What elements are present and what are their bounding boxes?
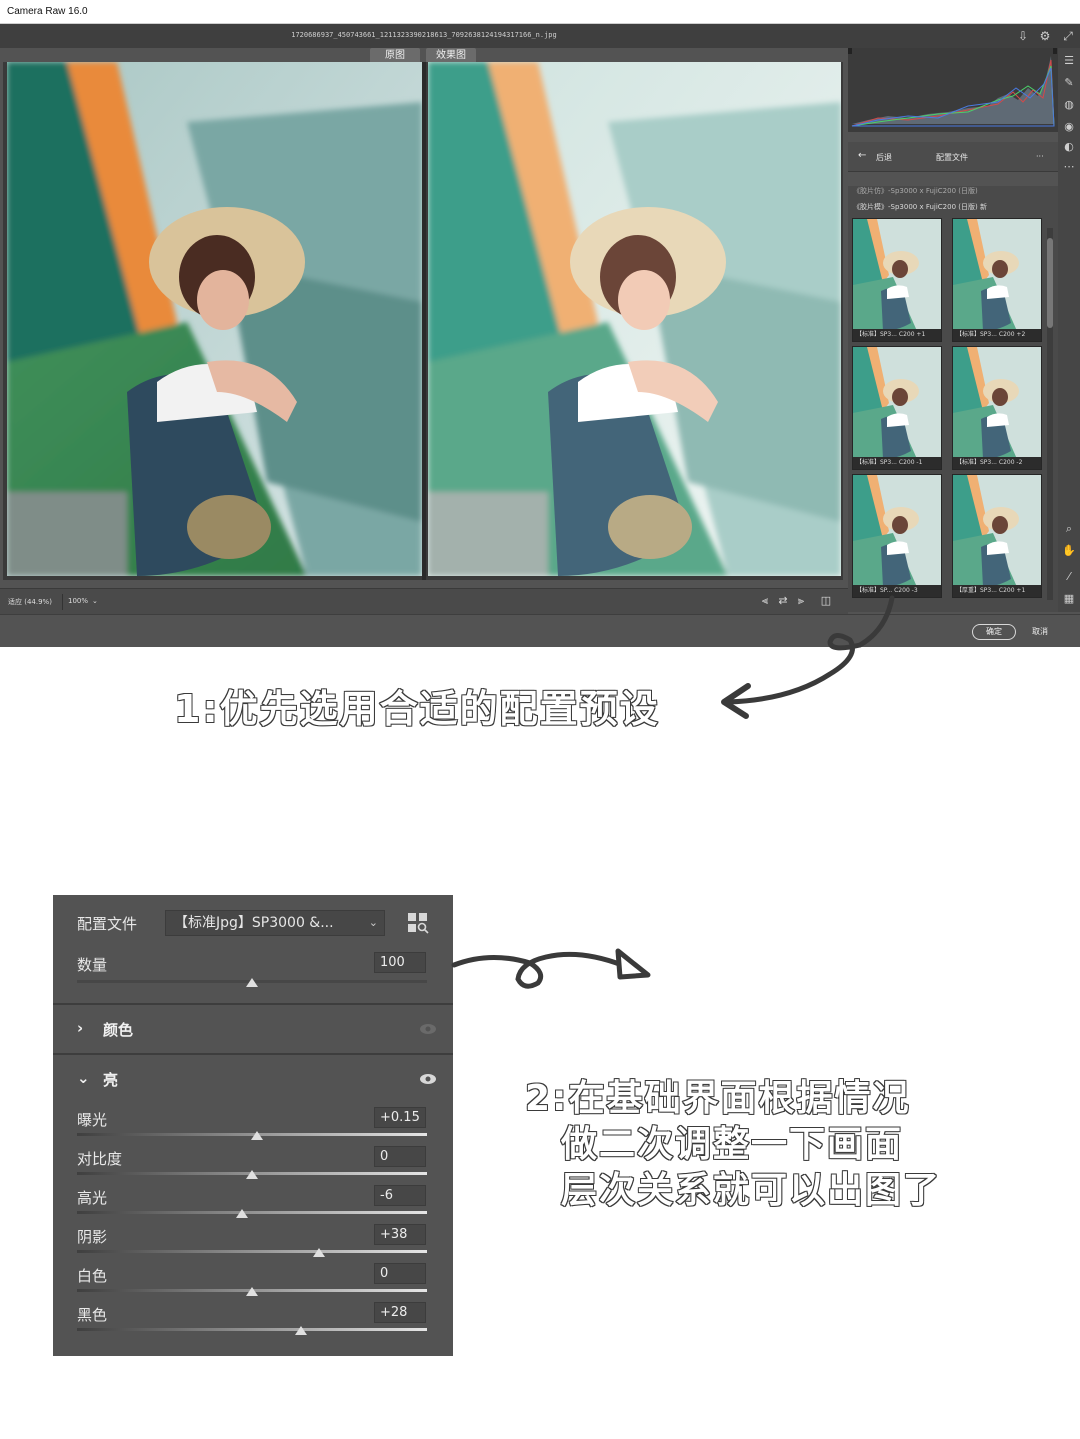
ok-button[interactable]: 确定 xyxy=(972,624,1016,640)
slider-label: 高光 xyxy=(77,1189,108,1207)
color-section-title[interactable]: 颜色 xyxy=(103,1019,133,1040)
title-bar: Camera Raw 16.0 xyxy=(0,0,1080,24)
cancel-button[interactable]: 取消 xyxy=(1032,626,1048,637)
after-photo xyxy=(428,62,841,576)
zoom-100-button[interactable]: 100% xyxy=(68,597,88,605)
more-tools-icon[interactable]: ⋯ xyxy=(1062,160,1076,174)
thumbnail-image xyxy=(853,475,941,587)
caption-step-2-line-2: 做二次调整一下画面 xyxy=(560,1123,904,1166)
caption-step-2-line-1: 2:在基础界面根据情况 xyxy=(524,1077,911,1120)
profile-group-collapsed[interactable]: 《胶片仿》-Sp3000 x FujiC200 (日版) xyxy=(853,186,978,196)
slider-value-input[interactable]: -6 xyxy=(374,1185,426,1206)
amount-input[interactable]: 100 xyxy=(374,952,426,973)
chevron-right-icon[interactable]: › xyxy=(77,1019,83,1037)
caption-step-2-line-3: 层次关系就可以出图了 xyxy=(560,1169,942,1212)
photo-preview-area xyxy=(3,62,843,580)
hand-icon[interactable]: ✋ xyxy=(1062,544,1076,558)
healing-brush-icon[interactable]: ✎ xyxy=(1062,76,1076,90)
light-visibility-eye-icon[interactable] xyxy=(419,1073,437,1085)
fullscreen-icon[interactable]: ⤢ xyxy=(1061,29,1075,43)
histogram xyxy=(848,48,1058,132)
thumbnail-image xyxy=(953,347,1041,459)
chevron-down-icon[interactable]: ⌄ xyxy=(77,1069,90,1087)
profile-list-scrollbar[interactable] xyxy=(1047,228,1053,600)
basic-adjustment-panel: 配置文件 【标准Jpg】SP3000 &... ⌄ 数量 100 › 颜色 ⌄ … xyxy=(53,895,453,1356)
zoom-dropdown-icon[interactable]: ⌄ xyxy=(92,597,98,605)
light-section-title[interactable]: 亮 xyxy=(103,1069,118,1090)
slider-handle[interactable] xyxy=(295,1326,307,1335)
slider-track[interactable] xyxy=(77,1211,427,1214)
slider-handle[interactable] xyxy=(312,1248,325,1257)
slider-label: 黑色 xyxy=(77,1306,108,1324)
save-icon[interactable]: ⇩ xyxy=(1016,29,1030,43)
back-arrow-icon[interactable]: ← xyxy=(858,150,866,161)
profile-browser-title: 配置文件 xyxy=(936,153,968,162)
arrow-1-icon xyxy=(721,595,895,719)
profile-browser-icon[interactable] xyxy=(407,912,429,934)
profile-select-value: 【标准Jpg】SP3000 &... xyxy=(174,915,334,931)
file-name: 1720686937_450743661_1211323390218613_70… xyxy=(291,31,557,39)
profile-thumbnail-label: 【标准】SP3... C200 -2 xyxy=(953,457,1041,469)
slider-track[interactable] xyxy=(77,1328,427,1331)
slider-value-input[interactable]: +0.15 xyxy=(374,1107,426,1128)
slider-handle[interactable] xyxy=(235,1209,248,1218)
grid-icon[interactable]: ▦ xyxy=(1062,592,1076,606)
profile-thumbnail-label: 【厚重】SP3... C200 +1 xyxy=(953,585,1041,597)
slider-handle[interactable] xyxy=(246,1170,258,1179)
slider-label: 阴影 xyxy=(77,1228,108,1246)
window-title: Camera Raw 16.0 xyxy=(7,6,88,17)
profile-thumbnail[interactable]: 【标准】SP... C200 -3 xyxy=(852,474,942,598)
thumbnail-image xyxy=(853,347,941,459)
back-button[interactable]: 后退 xyxy=(876,152,892,163)
thumbnail-image xyxy=(853,219,941,331)
presets-icon[interactable]: ◐ xyxy=(1062,140,1076,154)
slider-value-input[interactable]: +28 xyxy=(374,1302,426,1323)
tool-strip: ☰ ✎ ◍ ◉ ◐ ⋯ ⌕ ✋ ⁄ ▦ xyxy=(1058,48,1080,612)
profile-select[interactable]: 【标准Jpg】SP3000 &... ⌄ xyxy=(165,910,385,936)
profile-thumbnail-label: 【标准】SP3... C200 -1 xyxy=(853,457,941,469)
caption-step-1: 1:优先选用合适的配置预设 xyxy=(173,686,660,732)
slider-value-input[interactable]: 0 xyxy=(374,1263,426,1284)
slider-label: 白色 xyxy=(77,1267,108,1285)
gear-icon[interactable]: ⚙ xyxy=(1038,29,1052,43)
profile-thumbnail[interactable]: 【标准】SP3... C200 -1 xyxy=(852,346,942,470)
thumbnail-image xyxy=(953,219,1041,331)
profile-thumbnail[interactable]: 【厚重】SP3... C200 +1 xyxy=(952,474,1042,598)
amount-label: 数量 xyxy=(77,956,108,974)
profile-group-expanded[interactable]: 《胶片模》-Sp3000 x FujiC200 (日版) 新 xyxy=(853,202,987,212)
file-bar: 1720686937_450743661_1211323390218613_70… xyxy=(0,24,1080,48)
thumbnail-image xyxy=(953,475,1041,587)
color-visibility-eye-icon[interactable] xyxy=(419,1023,437,1035)
profile-browser-header: ← 后退 配置文件 ··· xyxy=(848,142,1058,172)
amount-slider-handle[interactable] xyxy=(246,978,258,987)
arrow-2-icon xyxy=(451,948,651,989)
profile-list: 《胶片仿》-Sp3000 x FujiC200 (日版) 《胶片模》-Sp300… xyxy=(848,186,1058,612)
slider-label: 曝光 xyxy=(77,1111,108,1129)
slider-handle[interactable] xyxy=(251,1131,264,1140)
slider-handle[interactable] xyxy=(246,1287,258,1296)
profile-thumbnail[interactable]: 【标准】SP3... C200 +2 xyxy=(952,218,1042,342)
slider-track[interactable] xyxy=(77,1250,427,1253)
before-photo xyxy=(7,62,422,576)
chevron-down-icon: ⌄ xyxy=(368,916,378,929)
masking-icon[interactable]: ◍ xyxy=(1062,98,1076,112)
profile-label: 配置文件 xyxy=(77,915,138,933)
slider-label: 对比度 xyxy=(77,1150,123,1168)
profile-thumbnail-label: 【标准】SP3... C200 +2 xyxy=(953,329,1041,341)
color-sampler-icon[interactable]: ⁄ xyxy=(1062,570,1076,584)
edit-sliders-icon[interactable]: ☰ xyxy=(1062,54,1076,68)
slider-value-input[interactable]: 0 xyxy=(374,1146,426,1167)
red-eye-icon[interactable]: ◉ xyxy=(1062,120,1076,134)
fit-zoom-dropdown[interactable]: 适应 (44.9%) xyxy=(8,597,52,607)
profile-thumbnail-label: 【标准】SP3... C200 +1 xyxy=(853,329,941,341)
camera-raw-window: Camera Raw 16.0 1720686937_450743661_121… xyxy=(0,0,1080,647)
profile-thumbnail[interactable]: 【标准】SP3... C200 -2 xyxy=(952,346,1042,470)
slider-value-input[interactable]: +38 xyxy=(374,1224,426,1245)
zoom-icon[interactable]: ⌕ xyxy=(1062,522,1076,536)
more-options-icon[interactable]: ··· xyxy=(1036,152,1044,161)
profile-thumbnail[interactable]: 【标准】SP3... C200 +1 xyxy=(852,218,942,342)
